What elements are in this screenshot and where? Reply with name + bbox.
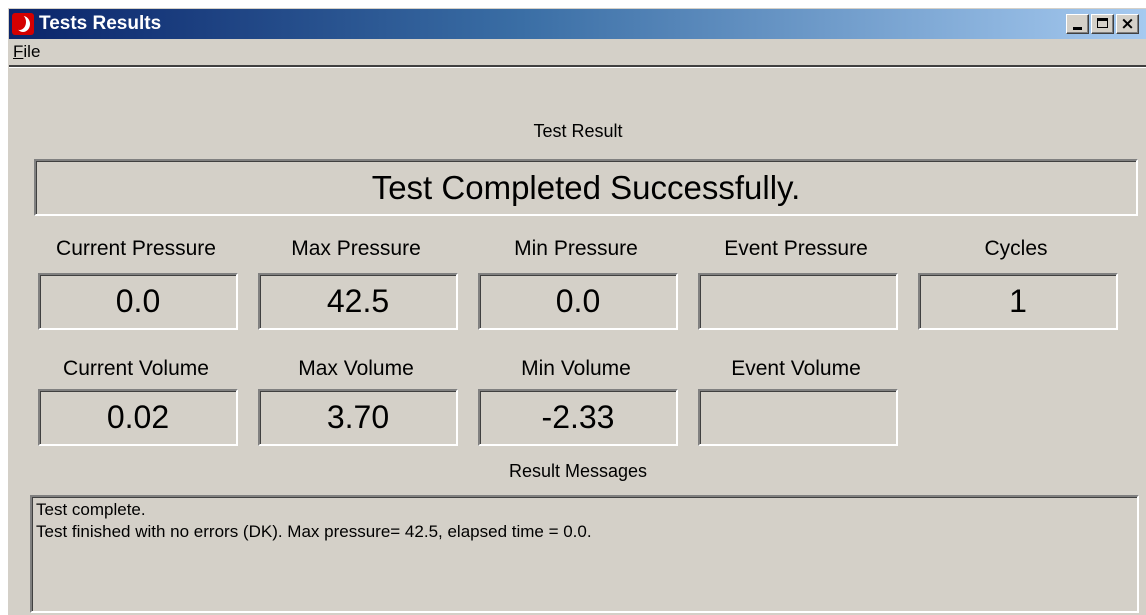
current-volume-label: Current Volume <box>63 357 209 380</box>
max-volume-label: Max Volume <box>298 357 414 380</box>
event-pressure-label: Event Pressure <box>724 237 868 260</box>
event-pressure-value <box>698 273 898 330</box>
minimize-icon <box>1073 27 1082 30</box>
minimize-button[interactable] <box>1066 14 1089 34</box>
test-result-status: Test Completed Successfully. <box>34 159 1138 216</box>
cycles-value: 1 <box>918 273 1118 330</box>
max-volume-value: 3.70 <box>258 389 458 446</box>
min-pressure-label: Min Pressure <box>514 237 638 260</box>
menu-bar: File <box>9 39 1146 65</box>
event-volume-value <box>698 389 898 446</box>
close-button[interactable]: × <box>1116 14 1139 34</box>
min-volume-value: -2.33 <box>478 389 678 446</box>
max-pressure-value: 42.5 <box>258 273 458 330</box>
close-icon: × <box>1120 14 1135 34</box>
window-title: Tests Results <box>39 13 162 34</box>
result-messages-caption: Result Messages <box>508 461 648 481</box>
tests-results-window: Tests Results × File Test Result Test Co… <box>8 8 1146 615</box>
current-pressure-label: Current Pressure <box>56 237 216 260</box>
maximize-button[interactable] <box>1091 14 1114 34</box>
event-volume-label: Event Volume <box>731 357 861 380</box>
menu-file[interactable]: File <box>13 42 40 62</box>
menu-separator <box>9 65 1146 68</box>
test-result-caption: Test Result <box>533 121 623 141</box>
min-volume-label: Min Volume <box>521 357 631 380</box>
current-volume-value: 0.02 <box>38 389 238 446</box>
current-pressure-value: 0.0 <box>38 273 238 330</box>
result-messages-box[interactable]: Test complete. Test finished with no err… <box>30 495 1139 613</box>
title-bar[interactable]: Tests Results × <box>9 9 1146 39</box>
maximize-icon <box>1097 18 1108 28</box>
min-pressure-value: 0.0 <box>478 273 678 330</box>
message-line: Test complete. <box>36 500 146 519</box>
max-pressure-label: Max Pressure <box>291 237 421 260</box>
app-logo-icon[interactable] <box>12 13 34 35</box>
cycles-label: Cycles <box>984 237 1048 260</box>
message-line: Test finished with no errors (DK). Max p… <box>36 522 592 541</box>
